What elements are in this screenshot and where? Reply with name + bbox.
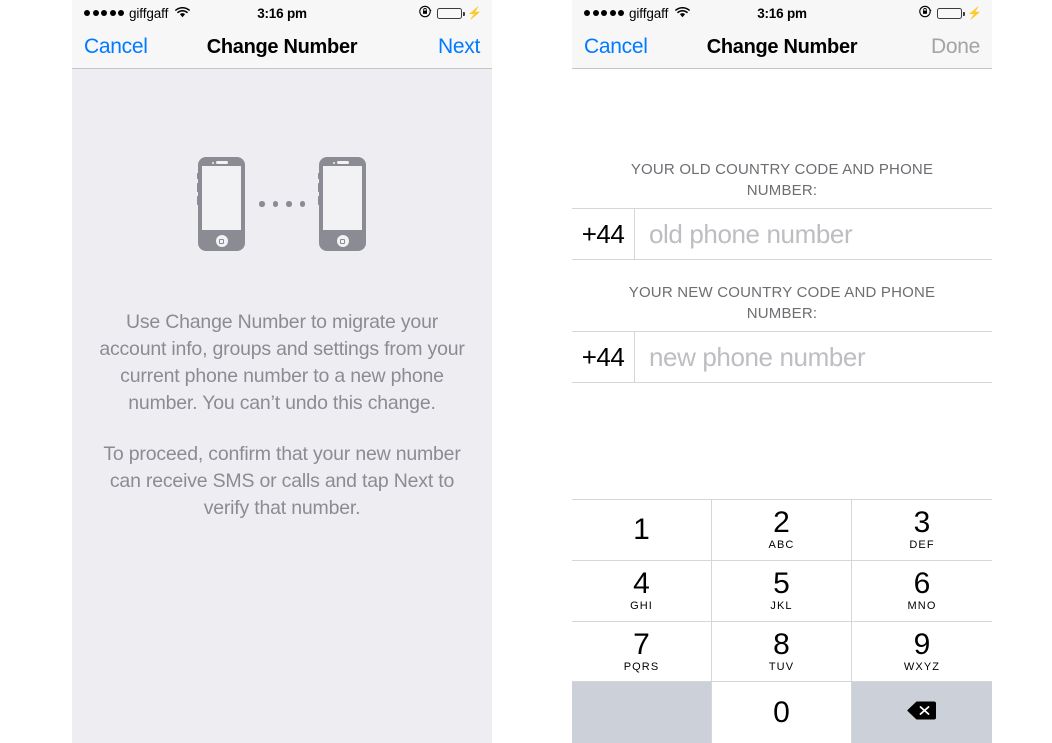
old-phone-number-input[interactable]	[635, 209, 992, 259]
old-country-code[interactable]: +44	[572, 209, 635, 259]
keypad-key-7[interactable]: 7 PQRS	[572, 621, 712, 683]
keypad-key-6[interactable]: 6 MNO	[852, 560, 992, 622]
nav-bar-left: Cancel Change Number Next	[72, 26, 492, 69]
new-number-label: YOUR NEW COUNTRY CODE AND PHONE NUMBER:	[628, 284, 936, 322]
left-phone-screen: giffgaff 3:16 pm ⚡ Cancel Change Number …	[72, 0, 492, 743]
next-button[interactable]: Next	[438, 35, 480, 59]
keypad-letters: ABC	[768, 539, 795, 552]
keypad-key-0[interactable]: 0	[712, 682, 852, 743]
old-number-row: +44	[572, 208, 992, 260]
keypad-key-2[interactable]: 2 ABC	[712, 500, 852, 561]
rotation-lock-icon	[919, 5, 932, 21]
keypad-digit: 7	[633, 627, 650, 661]
rotation-lock-icon	[419, 5, 432, 21]
keypad-letters: GHI	[630, 600, 653, 613]
keypad-key-delete[interactable]	[852, 682, 992, 743]
keypad-digit: 8	[773, 627, 790, 661]
new-number-field-group: YOUR NEW COUNTRY CODE AND PHONE NUMBER: …	[572, 282, 992, 383]
keypad-digit: 2	[773, 506, 790, 540]
two-phones-migration-illustration	[196, 157, 366, 251]
lightning-bolt-icon: ⚡	[967, 6, 982, 20]
new-country-code[interactable]: +44	[572, 332, 635, 382]
battery-icon	[937, 7, 965, 19]
keypad-letters: TUV	[768, 660, 795, 673]
keypad-letters: WXYZ	[903, 660, 941, 673]
new-phone-number-input[interactable]	[635, 332, 992, 382]
keypad-key-4[interactable]: 4 GHI	[572, 560, 712, 622]
migration-dots-icon	[259, 201, 305, 207]
keypad-letters: JKL	[770, 600, 793, 613]
keypad-digit: 3	[913, 506, 931, 540]
numeric-keypad: 1 2 ABC 3 DEF 4 GHI 5 JKL 6 MNO 7 PQRS 8…	[572, 499, 992, 743]
keypad-digit: 5	[773, 567, 790, 601]
change-number-intro-body: Use Change Number to migrate your accoun…	[72, 69, 492, 743]
keypad-digit: 1	[633, 512, 650, 546]
source-phone-icon	[196, 157, 245, 251]
status-bar-right-group: ⚡	[919, 5, 982, 21]
phone-number-form: YOUR OLD COUNTRY CODE AND PHONE NUMBER: …	[572, 69, 992, 383]
keypad-digit: 4	[633, 567, 650, 601]
status-bar-left: giffgaff 3:16 pm ⚡	[72, 0, 492, 26]
old-number-label: YOUR OLD COUNTRY CODE AND PHONE NUMBER:	[630, 161, 934, 199]
page-title: Change Number	[706, 35, 858, 58]
keypad-letters: MNO	[907, 600, 937, 613]
delete-icon	[907, 700, 937, 726]
lightning-bolt-icon: ⚡	[467, 6, 482, 20]
keypad-letters: PQRS	[623, 660, 660, 673]
battery-icon	[437, 7, 465, 19]
status-bar-right: giffgaff 3:16 pm ⚡	[572, 0, 992, 26]
page-title: Change Number	[206, 35, 358, 58]
right-phone-screen: giffgaff 3:16 pm ⚡ Cancel Change Number …	[572, 0, 992, 743]
keypad-key-1[interactable]: 1	[572, 500, 712, 561]
keypad-key-5[interactable]: 5 JKL	[712, 560, 852, 622]
intro-paragraph-primary: Use Change Number to migrate your accoun…	[99, 311, 465, 414]
screenshot-root: giffgaff 3:16 pm ⚡ Cancel Change Number …	[0, 0, 1052, 743]
status-bar-right-group: ⚡	[419, 5, 482, 21]
new-number-row: +44	[572, 331, 992, 383]
destination-phone-icon	[317, 157, 366, 251]
nav-bar-right: Cancel Change Number Done	[572, 26, 992, 69]
change-number-form-body: YOUR OLD COUNTRY CODE AND PHONE NUMBER: …	[572, 69, 992, 743]
intro-paragraph-secondary: To proceed, confirm that your new number…	[103, 443, 461, 519]
done-button[interactable]: Done	[931, 35, 980, 59]
keypad-key-8[interactable]: 8 TUV	[712, 621, 852, 683]
keypad-letters: DEF	[909, 539, 935, 552]
keypad-digit: 0	[773, 695, 790, 729]
old-number-field-group: YOUR OLD COUNTRY CODE AND PHONE NUMBER: …	[572, 159, 992, 260]
keypad-key-blank	[572, 682, 712, 743]
keypad-key-3[interactable]: 3 DEF	[852, 500, 992, 561]
keypad-key-9[interactable]: 9 WXYZ	[852, 621, 992, 683]
keypad-digit: 6	[913, 567, 931, 601]
keypad-digit: 9	[913, 627, 931, 661]
